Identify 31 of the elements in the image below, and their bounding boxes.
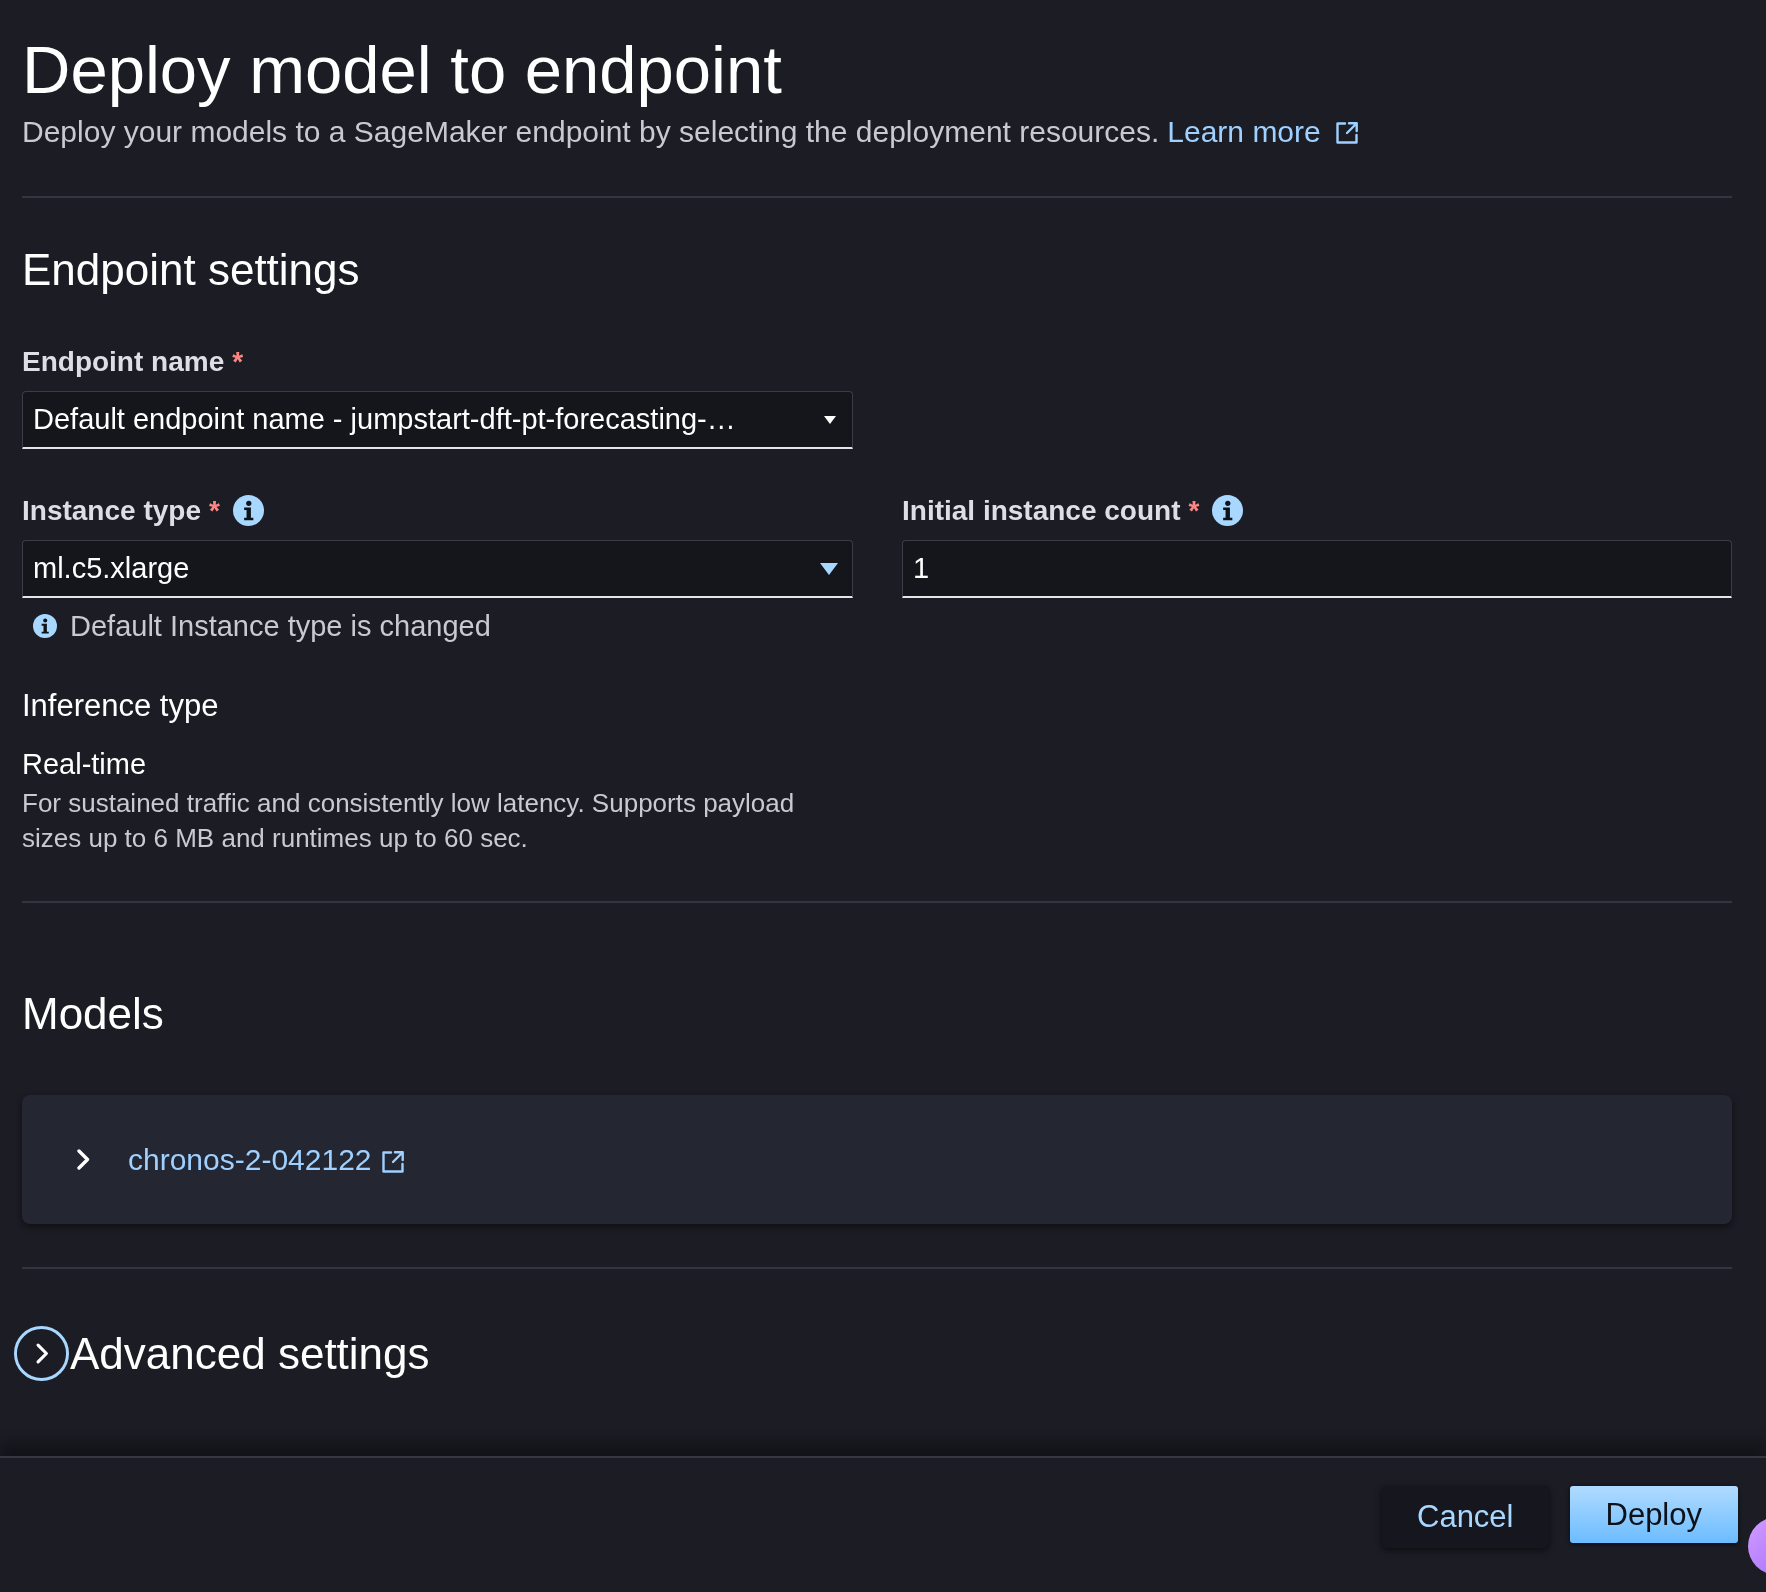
page-description: Deploy your models to a SageMaker endpoint by selecting the deployment resources. Learn more: [22, 112, 1732, 151]
chevron-circle-icon[interactable]: [14, 1326, 69, 1381]
section-heading: Models: [22, 988, 165, 1040]
option-description: For sustained traffic and consistently low latency. Supports payload sizes up to 6 MB and runtimes up to 60 sec.: [22, 787, 796, 855]
chevron-icon[interactable]: [77, 1149, 90, 1170]
field-label: Initial instance count: [902, 494, 1181, 528]
section-heading: Endpoint settings: [22, 244, 361, 296]
field-label: Instance type: [22, 494, 201, 528]
hint-text: Default Instance type is changed: [70, 609, 491, 644]
model-link[interactable]: chronos-2-042122: [128, 1141, 405, 1178]
deploy-button[interactable]: Deploy: [1569, 1486, 1738, 1543]
caret-icon: [820, 562, 838, 575]
section-heading: Advanced settings: [70, 1328, 430, 1380]
info-icon[interactable]: [1212, 495, 1244, 526]
number-input-field[interactable]: 1: [902, 540, 1732, 598]
field-label: Inference type: [22, 687, 220, 725]
required-asterisk: *: [208, 494, 220, 528]
caret-icon: [824, 415, 836, 424]
info-icon: [33, 614, 57, 638]
page-title: Deploy model to endpoint: [22, 31, 783, 109]
cancel-button[interactable]: Cancel: [1382, 1486, 1549, 1548]
required-asterisk: *: [1188, 494, 1200, 528]
field-label: Endpoint name: [22, 345, 225, 379]
required-asterisk: *: [232, 345, 244, 379]
external-link-icon: [380, 1149, 405, 1174]
option-title: Real-time: [22, 747, 148, 782]
external-link-icon: [1334, 121, 1359, 145]
select-field[interactable]: ml.c5.xlarge: [22, 540, 853, 598]
learn-more-link[interactable]: Learn more: [1167, 115, 1359, 148]
combobox-field[interactable]: Default endpoint name - jumpstart-dft-pt-forecasting-…: [22, 391, 853, 449]
info-icon[interactable]: [232, 495, 264, 526]
